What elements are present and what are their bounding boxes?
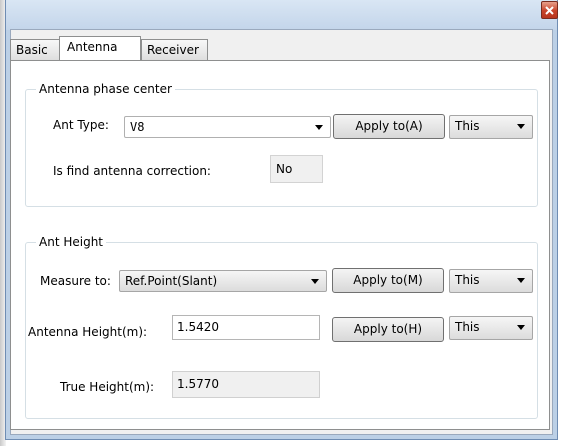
tab-antenna-label: Antenna	[67, 40, 118, 54]
group-title: Antenna phase center	[36, 81, 175, 97]
close-icon	[545, 5, 554, 15]
tab-antenna[interactable]: Antenna	[59, 36, 141, 60]
apply-to-h-button[interactable]: Apply to(H)	[332, 317, 444, 342]
chevron-down-icon	[517, 278, 525, 283]
chevron-down-icon	[517, 325, 525, 330]
true-height-value: 1.5770	[172, 371, 320, 398]
chevron-down-icon	[517, 124, 525, 129]
group-title: Ant Height	[36, 234, 107, 250]
antenna-correction-label: Is find antenna correction:	[53, 164, 211, 178]
chevron-down-icon	[315, 125, 323, 130]
tab-receiver[interactable]: Receiver	[141, 39, 208, 60]
tab-receiver-label: Receiver	[147, 43, 199, 57]
ant-type-select[interactable]: V8	[124, 116, 331, 138]
measure-to-select[interactable]: Ref.Point(Slant)	[119, 270, 327, 292]
antenna-height-label: Antenna Height(m):	[28, 325, 148, 339]
apply-scope-value: This	[455, 119, 480, 133]
antenna-tab-panel: Antenna phase center Ant Type: V8 Apply …	[10, 60, 550, 430]
tab-basic[interactable]: Basic	[10, 39, 60, 60]
tab-basic-label: Basic	[16, 43, 48, 57]
close-button[interactable]	[541, 1, 558, 19]
measure-to-label: Measure to:	[40, 274, 111, 288]
ant-type-value: V8	[130, 120, 145, 134]
chevron-down-icon	[311, 279, 319, 284]
antenna-phase-center-group: Antenna phase center Ant Type: V8 Apply …	[25, 81, 538, 207]
apply-to-a-button[interactable]: Apply to(A)	[333, 114, 445, 139]
measure-to-value: Ref.Point(Slant)	[125, 274, 218, 288]
title-bar	[6, 0, 558, 30]
height-scope-select[interactable]: This	[449, 316, 533, 340]
antenna-height-input[interactable]: 1.5420	[172, 315, 320, 340]
antenna-correction-value: No	[270, 155, 323, 183]
apply-to-m-button[interactable]: Apply to(M)	[332, 268, 444, 293]
ant-height-group: Ant Height Measure to: Ref.Point(Slant) …	[25, 234, 538, 419]
measure-scope-select[interactable]: This	[449, 269, 533, 293]
measure-scope-value: This	[455, 273, 480, 287]
apply-scope-select[interactable]: This	[449, 115, 533, 139]
ant-type-label: Ant Type:	[53, 118, 109, 132]
height-scope-value: This	[455, 320, 480, 334]
true-height-label: True Height(m):	[60, 380, 155, 394]
